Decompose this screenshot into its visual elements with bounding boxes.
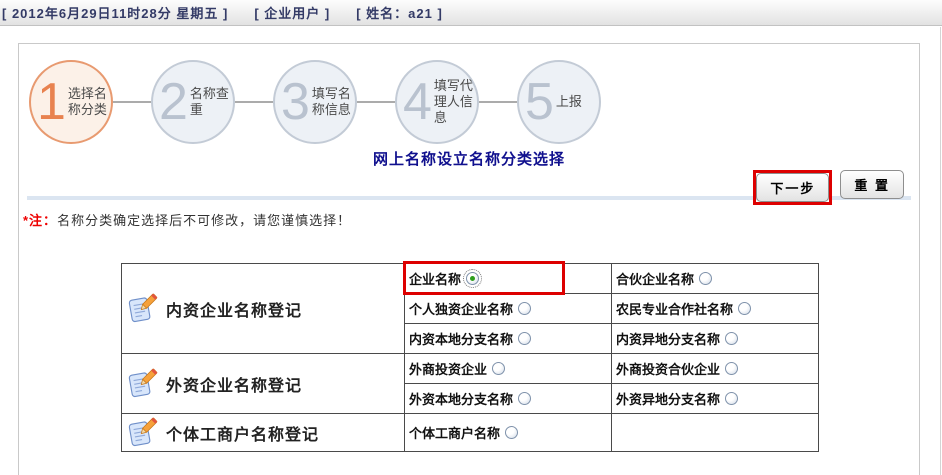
step-label: 填写名称信息 — [311, 86, 351, 117]
option-cell-individual-business-name: 个体工商户名称 — [404, 413, 612, 452]
option-label: 外资本地分支名称 — [409, 389, 532, 408]
radio-foreign-nonlocal-branch-name[interactable] — [725, 392, 739, 405]
radio-foreign-invested-enterprise[interactable] — [492, 362, 506, 375]
option-label: 外商投资企业 — [409, 359, 506, 378]
step-number: 3 — [281, 73, 310, 131]
option-text: 个人独资企业名称 — [409, 302, 514, 317]
option-text: 外商投资企业 — [409, 362, 488, 377]
option-label: 合伙企业名称 — [616, 269, 713, 288]
group-cell-domestic-enterprise-registration: 内资企业名称登记 — [121, 263, 405, 354]
wizard-step-5: 5 上报 — [517, 60, 601, 144]
option-label: 个体工商户名称 — [409, 423, 519, 442]
option-text: 外资本地分支名称 — [409, 392, 514, 407]
step-connector — [357, 101, 395, 103]
wizard-step-2: 2 名称查重 — [151, 60, 235, 144]
wizard-step-1: 1 选择名称分类 — [29, 60, 113, 144]
next-button[interactable]: 下一步 — [756, 173, 830, 202]
option-text: 内资异地分支名称 — [616, 332, 721, 347]
option-text: 农民专业合作社名称 — [616, 302, 734, 317]
group-cell-foreign-enterprise-registration: 外资企业名称登记 — [121, 353, 405, 414]
option-text: 外资异地分支名称 — [616, 392, 721, 407]
radio-foreign-invested-partnership[interactable] — [725, 362, 739, 375]
option-cell-domestic-nonlocal-branch-name: 内资异地分支名称 — [611, 323, 819, 354]
option-cell-foreign-local-branch-name: 外资本地分支名称 — [404, 383, 612, 414]
step-connector — [479, 101, 517, 103]
step-number: 1 — [37, 73, 66, 131]
option-text: 内资本地分支名称 — [409, 332, 514, 347]
radio-enterprise-name[interactable] — [463, 269, 483, 288]
group-label: 内资企业名称登记 — [166, 302, 303, 320]
next-button-highlight: 下一步 — [753, 170, 833, 205]
step-label: 上报 — [555, 94, 582, 109]
radio-farmer-cooperative-name[interactable] — [738, 302, 752, 315]
toolbar: 下一步 重 置 — [19, 170, 904, 205]
option-label: 外商投资合伙企业 — [616, 359, 739, 378]
right-edge-line — [940, 27, 941, 475]
radio-foreign-local-branch-name[interactable] — [518, 392, 532, 405]
table-row: 内资企业名称登记 企业名称 合伙企业名称 — [121, 261, 819, 354]
radio-domestic-local-branch-name[interactable] — [518, 332, 532, 345]
table-row: 个体工商户名称登记 个体工商户名称 — [121, 413, 819, 452]
radio-domestic-nonlocal-branch-name[interactable] — [725, 332, 739, 345]
group-label: 外资企业名称登记 — [166, 377, 303, 395]
option-text: 合伙企业名称 — [616, 272, 695, 287]
radio-sole-proprietorship-name[interactable] — [518, 302, 532, 315]
username-label: [ 姓名：a21 ] — [356, 6, 443, 21]
wizard-step-4: 4 填写代理人信息 — [395, 60, 479, 144]
option-cell-enterprise-name: 企业名称 — [403, 261, 612, 295]
notepad-pencil-icon — [126, 291, 158, 326]
page-title: 网上名称设立名称分类选择 — [372, 151, 565, 168]
option-label: 内资异地分支名称 — [616, 329, 739, 348]
option-cell-sole-proprietorship-name: 个人独资企业名称 — [404, 293, 612, 324]
option-label: 内资本地分支名称 — [409, 329, 532, 348]
option-cell-foreign-invested-enterprise: 外商投资企业 — [404, 353, 612, 384]
top-bar: [ 2012年6月29日11时28分 星期五 ] [ 企业用户 ] [ 姓名：a… — [0, 0, 942, 26]
caution-note-prefix: *注： — [23, 213, 58, 228]
datetime-label: [ 2012年6月29日11时28分 星期五 ] — [2, 6, 229, 21]
option-text: 外商投资合伙企业 — [616, 362, 721, 377]
radio-individual-business-name[interactable] — [505, 426, 519, 439]
empty-cell — [611, 413, 819, 452]
group-label: 个体工商户名称登记 — [166, 426, 320, 444]
option-text: 企业名称 — [409, 272, 462, 287]
option-label: 个人独资企业名称 — [409, 299, 532, 318]
step-connector — [113, 101, 151, 103]
option-cell-partnership-enterprise-name: 合伙企业名称 — [611, 263, 819, 294]
option-cell-foreign-nonlocal-branch-name: 外资异地分支名称 — [611, 383, 819, 414]
step-label: 名称查重 — [189, 86, 229, 117]
notepad-pencil-icon — [126, 366, 158, 401]
reset-button[interactable]: 重 置 — [840, 170, 904, 199]
option-label: 企业名称 — [409, 269, 483, 288]
option-cell-farmer-cooperative-name: 农民专业合作社名称 — [611, 293, 819, 324]
option-text: 个体工商户名称 — [409, 426, 501, 441]
step-wizard: 1 选择名称分类 2 名称查重 3 填写名称信息 4 填写代理人信息 5 上报 — [19, 44, 919, 144]
step-label: 填写代理人信息 — [433, 78, 473, 125]
caution-note: *注：名称分类确定选择后不可修改，请您谨慎选择！ — [23, 210, 919, 229]
step-number: 5 — [525, 73, 554, 131]
option-label: 农民专业合作社名称 — [616, 299, 752, 318]
wizard-step-3: 3 填写名称信息 — [273, 60, 357, 144]
main-panel: 1 选择名称分类 2 名称查重 3 填写名称信息 4 填写代理人信息 5 上报 … — [18, 43, 920, 475]
account-type-label: [ 企业用户 ] — [254, 6, 331, 21]
radio-partnership-enterprise-name[interactable] — [699, 272, 713, 285]
name-category-table: 内资企业名称登记 企业名称 合伙企业名称 个人独资企业名称 农民专业合作社名称 … — [121, 261, 819, 452]
option-label: 外资异地分支名称 — [616, 389, 739, 408]
table-row: 外资企业名称登记 外商投资企业 外商投资合伙企业 — [121, 353, 819, 414]
step-number: 2 — [159, 73, 188, 131]
step-connector — [235, 101, 273, 103]
option-cell-domestic-local-branch-name: 内资本地分支名称 — [404, 323, 612, 354]
notepad-pencil-icon — [126, 415, 158, 450]
option-cell-foreign-invested-partnership: 外商投资合伙企业 — [611, 353, 819, 384]
caution-note-text: 名称分类确定选择后不可修改，请您谨慎选择！ — [57, 213, 352, 228]
step-number: 4 — [403, 73, 432, 131]
step-label: 选择名称分类 — [67, 86, 107, 117]
group-cell-individual-business-registration: 个体工商户名称登记 — [121, 413, 405, 452]
